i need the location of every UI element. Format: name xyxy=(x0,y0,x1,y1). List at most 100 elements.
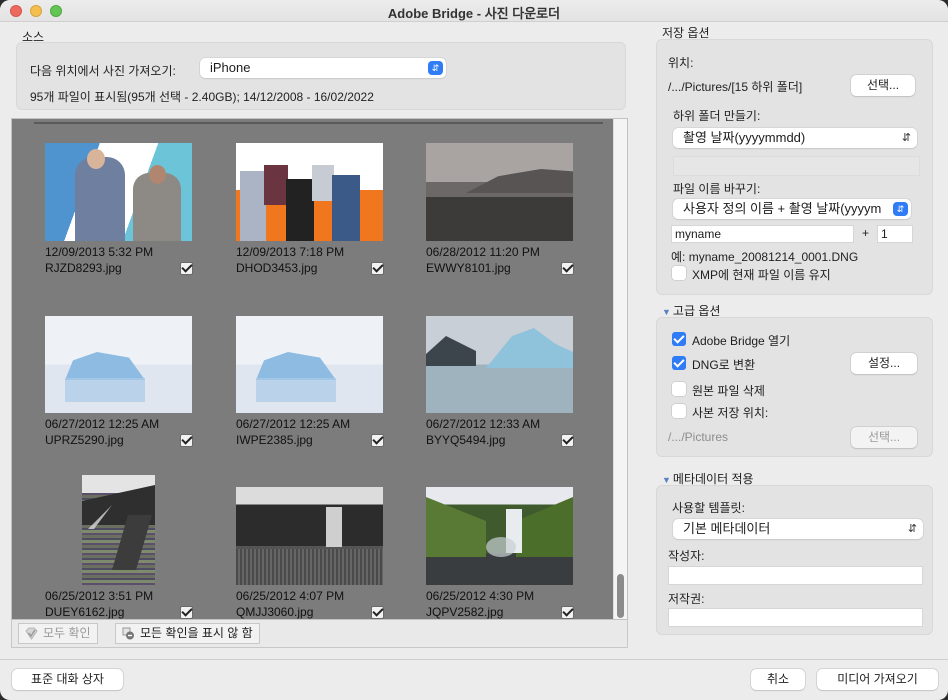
dng-settings-button[interactable]: 설정... xyxy=(851,353,917,374)
location-value: /.../Pictures/[15 하위 폴더] xyxy=(668,80,803,94)
image-shape xyxy=(486,537,516,557)
grid-scrollbar[interactable] xyxy=(613,119,627,619)
thumbnail-checkbox[interactable] xyxy=(180,606,193,619)
thumbnail-image[interactable] xyxy=(236,316,383,413)
thumbnail-image[interactable] xyxy=(82,475,155,585)
thumbnail-item[interactable]: 06/27/2012 12:25 AM UPRZ5290.jpg xyxy=(45,291,195,451)
open-bridge-checkbox[interactable] xyxy=(672,332,686,346)
keep-xmp-filename-checkbox[interactable] xyxy=(672,266,686,280)
select-arrows-icon: ⇵ xyxy=(428,61,443,75)
thumbnail-image[interactable] xyxy=(45,143,192,241)
image-shape xyxy=(286,179,314,241)
metadata-template-select[interactable]: 기본 메타데이터 ⇵ xyxy=(673,519,923,539)
image-shape xyxy=(149,165,166,184)
creator-input[interactable] xyxy=(668,566,923,585)
image-shape xyxy=(332,175,360,241)
metadata-group: 사용할 템플릿: 기본 메타데이터 ⇵ 작성자: 저작권: xyxy=(656,485,933,635)
check-all-button[interactable]: 모두 확인 xyxy=(18,623,98,644)
image-shape xyxy=(256,378,336,402)
thumbnail-checkbox[interactable] xyxy=(180,434,193,447)
thumbnail-image[interactable] xyxy=(236,143,383,241)
thumbnail-date: 06/25/2012 4:07 PM xyxy=(236,589,345,603)
thumbnail-item[interactable]: 12/09/2013 7:18 PM DHOD3453.jpg xyxy=(236,119,386,279)
sequence-number-input[interactable]: 1 xyxy=(877,225,913,243)
thumbnail-filename: BYYQ5494.jpg xyxy=(426,433,506,447)
copy-choose-button[interactable]: 선택... xyxy=(851,427,917,448)
grid-toolbar: 모두 확인 모든 확인을 표시 않 함 xyxy=(11,620,628,648)
thumbnail-item[interactable]: 06/28/2012 11:20 PM EWWY8101.jpg xyxy=(426,119,576,279)
save-copy-label: 사본 저장 위치: xyxy=(692,406,769,420)
thumbnail-filename: IWPE2385.jpg xyxy=(236,433,313,447)
footer-divider xyxy=(0,659,948,660)
image-shape xyxy=(326,507,342,547)
rename-select[interactable]: 사용자 정의 이름 + 촬영 날짜(yyyym ⇵ xyxy=(673,199,911,219)
source-device-value: iPhone xyxy=(210,60,251,75)
thumbnail-image[interactable] xyxy=(426,487,573,585)
thumbnail-checkbox[interactable] xyxy=(561,262,574,275)
image-shape xyxy=(75,157,125,241)
thumbnail-date: 12/09/2013 5:32 PM xyxy=(45,245,154,259)
thumbnail-image[interactable] xyxy=(426,316,573,413)
image-shape xyxy=(486,328,573,368)
metadata-label: 메타데이터 적용 xyxy=(672,472,754,486)
thumbnail-item[interactable]: 06/27/2012 12:33 AM BYYQ5494.jpg xyxy=(426,291,576,451)
thumbnail-item[interactable]: 06/25/2012 3:51 PM DUEY6162.jpg xyxy=(45,463,195,619)
thumbnail-item[interactable]: 12/09/2013 5:32 PM RJZD8293.jpg xyxy=(45,119,195,279)
thumbnail-image[interactable] xyxy=(45,316,192,413)
creator-label: 작성자: xyxy=(668,549,705,563)
image-shape xyxy=(65,352,145,380)
source-device-select[interactable]: iPhone ⇵ xyxy=(200,58,446,78)
scrollbar-thumb[interactable] xyxy=(617,574,624,618)
image-shape xyxy=(466,169,573,193)
thumbnail-grid: 12/09/2013 5:32 PM RJZD8293.jpg 12/09/2013… xyxy=(11,118,628,620)
thumbnail-date: 06/25/2012 4:30 PM xyxy=(426,589,535,603)
image-shape xyxy=(426,497,486,557)
thumbnail-checkbox[interactable] xyxy=(371,434,384,447)
thumbnail-filename: QMJJ3060.jpg xyxy=(236,605,314,619)
thumbnail-checkbox[interactable] xyxy=(561,606,574,619)
choose-location-button[interactable]: 선택... xyxy=(851,75,915,96)
thumbnail-checkbox[interactable] xyxy=(371,606,384,619)
copyright-label: 저작권: xyxy=(668,592,705,606)
thumbnail-image[interactable] xyxy=(426,143,573,241)
uncheck-all-button[interactable]: 모든 확인을 표시 않 함 xyxy=(115,623,260,644)
custom-name-input[interactable]: myname xyxy=(671,225,854,243)
thumbnail-item[interactable]: 06/27/2012 12:25 AM IWPE2385.jpg xyxy=(236,291,386,451)
thumbnail-date: 06/28/2012 11:20 PM xyxy=(426,245,540,259)
cancel-button[interactable]: 취소 xyxy=(751,669,805,690)
rename-example: 예: myname_20081214_0001.DNG xyxy=(671,250,859,264)
disclosure-triangle-icon: ▼ xyxy=(662,307,671,317)
location-label: 위치: xyxy=(668,56,694,70)
convert-dng-label: DNG로 변환 xyxy=(692,358,756,372)
subfolder-select[interactable]: 촬영 날짜(yyyymmdd) ⇵ xyxy=(673,128,917,148)
convert-dng-checkbox[interactable] xyxy=(672,356,686,370)
template-value: 기본 메타데이터 xyxy=(683,521,771,536)
title-bar: Adobe Bridge - 사진 다운로더 xyxy=(0,0,948,22)
get-photos-from-label: 다음 위치에서 사진 가져오기: xyxy=(30,64,176,78)
thumbnail-checkbox[interactable] xyxy=(371,262,384,275)
rename-files-label: 파일 이름 바꾸기: xyxy=(673,182,761,196)
thumbnail-checkbox[interactable] xyxy=(180,262,193,275)
advanced-options-group: Adobe Bridge 열기 DNG로 변환 설정... 원본 파일 삭제 사… xyxy=(656,317,933,457)
thumbnail-item[interactable]: 06/25/2012 4:30 PM JQPV2582.jpg xyxy=(426,463,576,619)
thumbnail-image[interactable] xyxy=(236,487,383,585)
plus-label: + xyxy=(862,226,870,240)
copy-path: /.../Pictures xyxy=(668,430,729,444)
thumbnail-item[interactable]: 06/25/2012 4:07 PM QMJJ3060.jpg xyxy=(236,463,386,619)
standard-dialog-button[interactable]: 표준 대화 상자 xyxy=(12,669,123,690)
delete-original-checkbox[interactable] xyxy=(672,382,686,396)
advanced-options-label: 고급 옵션 xyxy=(672,304,721,318)
thumbnail-date: 12/09/2013 7:18 PM xyxy=(236,245,345,259)
thumbnail-date: 06/27/2012 12:25 AM xyxy=(45,417,160,431)
thumbnail-checkbox[interactable] xyxy=(561,434,574,447)
select-arrows-icon: ⇵ xyxy=(907,523,918,535)
get-media-button[interactable]: 미디어 가져오기 xyxy=(817,669,938,690)
open-bridge-label: Adobe Bridge 열기 xyxy=(692,334,791,348)
template-label: 사용할 템플릿: xyxy=(672,501,745,515)
image-shape xyxy=(236,549,383,585)
subfolder-label: 하위 폴더 만들기: xyxy=(673,109,761,123)
copyright-input[interactable] xyxy=(668,608,923,627)
window-title: Adobe Bridge - 사진 다운로더 xyxy=(387,6,561,21)
save-copy-checkbox[interactable] xyxy=(672,404,686,418)
delete-original-label: 원본 파일 삭제 xyxy=(692,384,765,398)
